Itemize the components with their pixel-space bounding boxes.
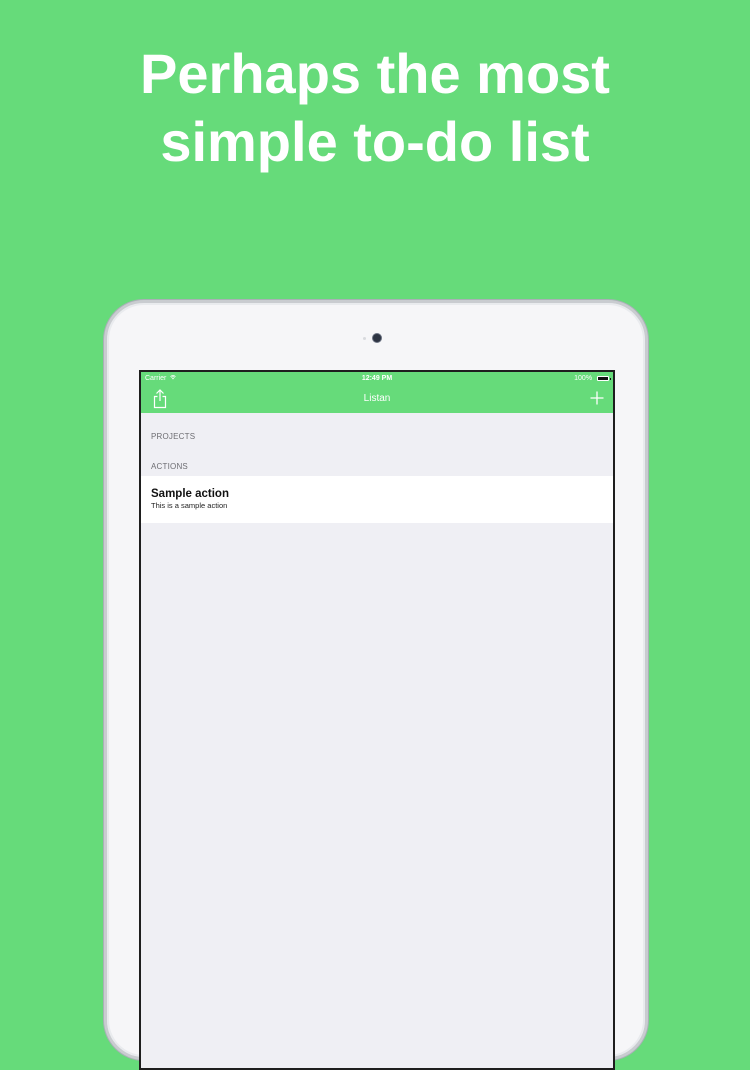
headline-line-2: simple to-do list [160, 110, 590, 173]
battery-icon [597, 376, 611, 381]
app-screen: Carrier 12:49 PM 100% Listan PROJECTS AC… [139, 370, 615, 1070]
nav-title: Listan [363, 393, 391, 404]
plus-icon[interactable] [589, 390, 605, 406]
headline-line-1: Perhaps the most [140, 42, 610, 105]
ipad-frame: Carrier 12:49 PM 100% Listan PROJECTS AC… [104, 300, 648, 1070]
battery-percent: 100% [574, 375, 593, 382]
navigation-bar: Listan [141, 386, 613, 413]
front-camera [373, 334, 381, 342]
sensor-dot [363, 337, 366, 340]
status-bar: Carrier 12:49 PM 100% [141, 372, 613, 386]
status-time: 12:49 PM [361, 375, 393, 382]
promo-headline: Perhaps the most simple to-do list [0, 40, 750, 176]
section-header-actions: ACTIONS [151, 462, 188, 471]
section-header-projects: PROJECTS [151, 432, 196, 441]
action-subtitle: This is a sample action [151, 501, 228, 510]
action-list-item[interactable]: Sample action This is a sample action [141, 476, 613, 523]
action-title: Sample action [151, 488, 229, 500]
